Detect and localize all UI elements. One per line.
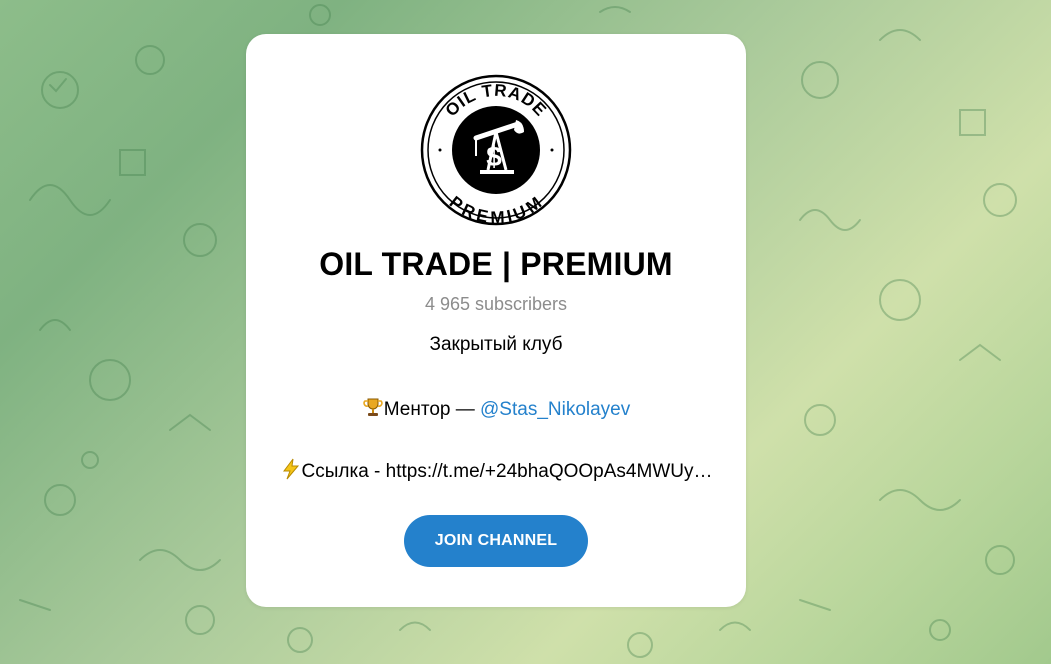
- invite-link-text[interactable]: Ссылка - https://t.me/+24bhaQOOpAs4MWUy…: [302, 461, 713, 482]
- trophy-icon: [363, 398, 383, 416]
- subscriber-count: 4 965 subscribers: [424, 294, 568, 314]
- svg-text:$: $: [486, 141, 502, 172]
- channel-title: OIL TRADE | PREMIUM: [319, 246, 673, 282]
- channel-card: OIL TRADE PREMIUM $ OIL TRADE | PREMIUM …: [246, 34, 746, 607]
- mentor-label: Ментор —: [383, 399, 481, 420]
- description-line-link: Ссылка - https://t.me/+24bhaQOOpAs4MWUy…: [276, 458, 716, 483]
- description-line-mentor: Ментор — @Stas_Nikolayev: [276, 396, 716, 421]
- description-line-club: Закрытый клуб: [276, 334, 716, 356]
- lightning-icon: [282, 458, 299, 480]
- channel-avatar: OIL TRADE PREMIUM $: [420, 74, 572, 226]
- description-club-text: Закрытый клуб: [429, 334, 563, 355]
- mentor-mention-link[interactable]: @Stas_Nikolayev: [480, 399, 630, 420]
- join-channel-button[interactable]: JOIN CHANNEL: [404, 515, 588, 567]
